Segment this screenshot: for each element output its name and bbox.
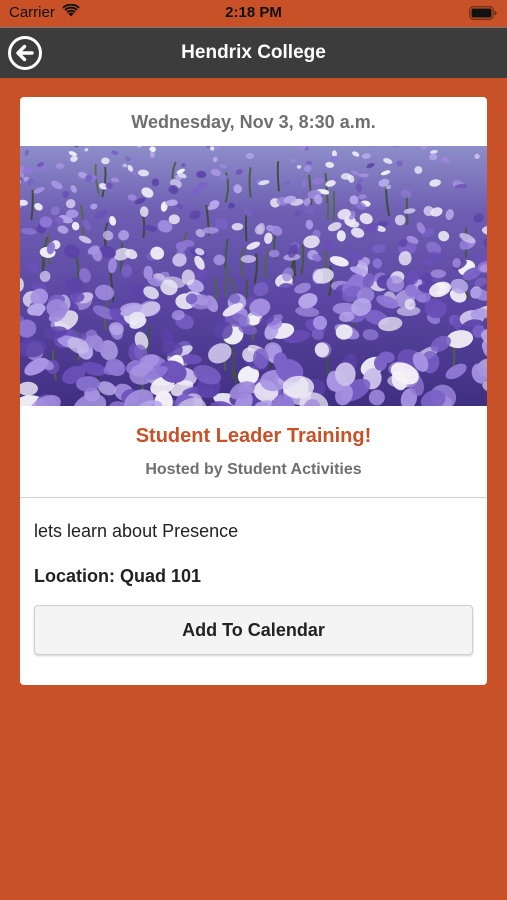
event-host: Hosted by Student Activities (145, 461, 362, 478)
status-bar: Carrier 2:18 PM (0, 0, 507, 27)
event-description: lets learn about Presence (34, 521, 239, 541)
divider (20, 497, 487, 498)
event-image (20, 146, 487, 406)
nav-title: Hendrix College (181, 42, 326, 63)
nav-bar: Hendrix College (0, 27, 507, 78)
battery-icon (469, 6, 497, 24)
event-title: Student Leader Training! (135, 425, 372, 447)
event-date: Wednesday, Nov 3, 8:30 a.m. (131, 112, 376, 132)
event-card: Wednesday, Nov 3, 8:30 a.m. Student Lead… (20, 97, 487, 685)
event-location: Location: Quad 101 (34, 566, 202, 586)
status-time: 2:18 PM (225, 4, 282, 21)
add-to-calendar-button[interactable]: Add To Calendar (34, 605, 473, 655)
